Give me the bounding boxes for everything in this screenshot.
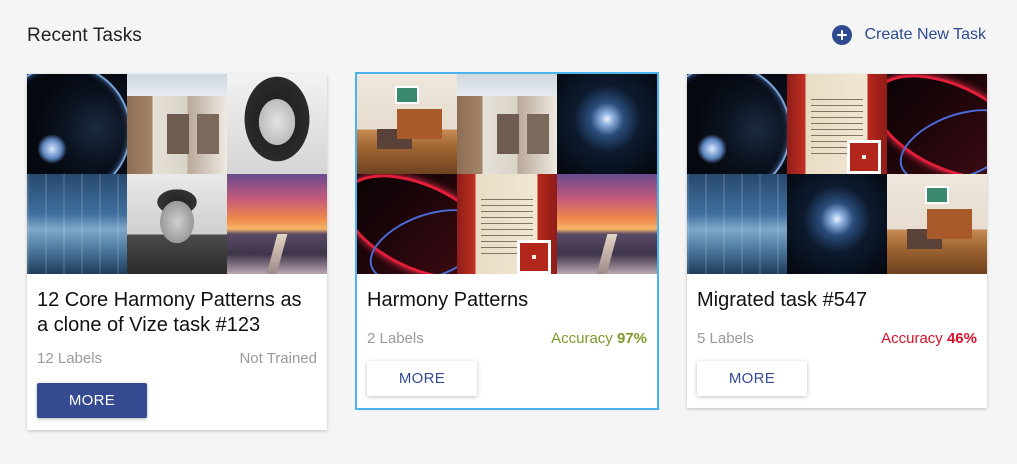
tile-image (357, 74, 457, 174)
labels-count: 2 Labels (367, 330, 424, 347)
tile-image (27, 74, 127, 174)
tile-image (357, 174, 457, 274)
tile-image (887, 74, 987, 174)
tile-image (127, 74, 227, 174)
tile-image (887, 174, 987, 274)
tile-image (127, 174, 227, 274)
tile-image (457, 74, 557, 174)
labels-count: 5 Labels (697, 330, 754, 347)
create-new-task-button[interactable]: Create New Task (832, 25, 986, 45)
task-title: Migrated task #547 (697, 289, 868, 311)
tile-image (227, 174, 327, 274)
accuracy: Accuracy 97% (551, 330, 647, 347)
accuracy-value: 97% (616, 330, 647, 347)
tile-image (557, 174, 657, 274)
image-mosaic (357, 74, 657, 274)
tile-image (227, 74, 327, 174)
more-button[interactable]: MORE (697, 361, 807, 396)
task-card[interactable]: Migrated task #547 5 Labels Accuracy 46%… (687, 74, 987, 408)
accuracy-label: Accuracy (551, 330, 617, 347)
image-mosaic (687, 74, 987, 274)
tile-image (27, 174, 127, 274)
more-button[interactable]: MORE (37, 383, 147, 418)
page-title: Recent Tasks (27, 25, 142, 46)
create-new-task-label: Create New Task (864, 26, 986, 43)
task-title: 12 Core Harmony Patterns as a clone of V… (37, 289, 302, 336)
task-card[interactable]: 12 Core Harmony Patterns as a clone of V… (27, 74, 327, 430)
labels-count: 12 Labels (37, 350, 103, 367)
accuracy-value: 46% (946, 330, 977, 347)
tile-image (787, 74, 887, 174)
training-status: Not Trained (239, 350, 317, 367)
accuracy: Accuracy 46% (881, 330, 977, 347)
tile-image (687, 174, 787, 274)
tile-image (687, 74, 787, 174)
tile-image (457, 174, 557, 274)
plus-circle-icon (832, 25, 853, 45)
accuracy-label: Accuracy (881, 330, 947, 347)
tile-image (787, 174, 887, 274)
image-mosaic (27, 74, 327, 274)
task-card[interactable]: Harmony Patterns 2 Labels Accuracy 97% M… (355, 72, 659, 410)
task-title: Harmony Patterns (367, 289, 529, 311)
tile-image (557, 74, 657, 174)
more-button[interactable]: MORE (367, 361, 477, 396)
